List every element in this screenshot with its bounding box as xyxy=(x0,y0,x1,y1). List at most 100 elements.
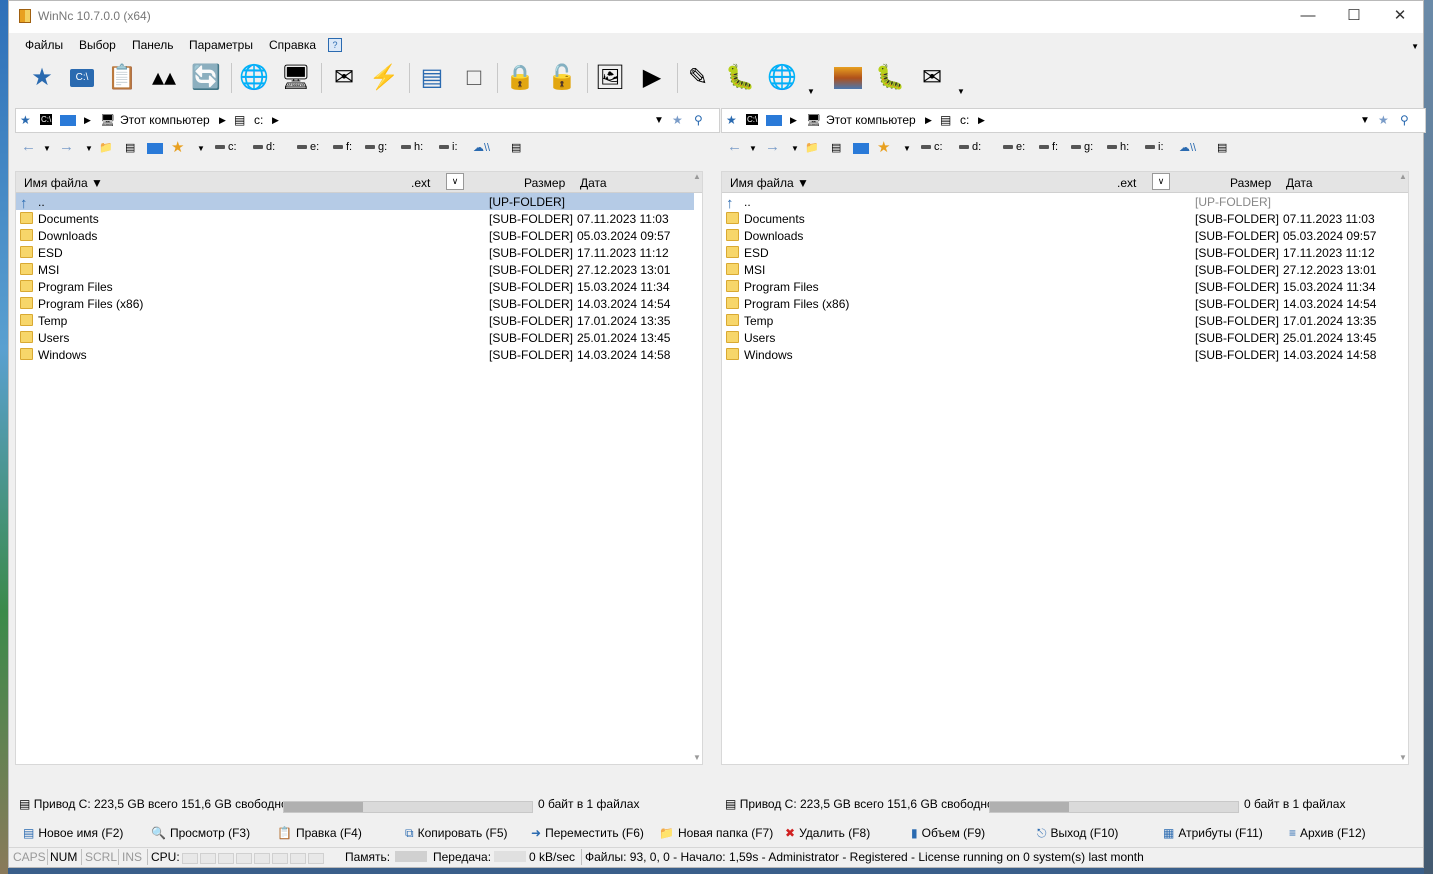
text-editor-icon[interactable]: ✎ xyxy=(681,61,715,95)
desktop-icon[interactable] xyxy=(853,143,869,154)
menu-panel[interactable]: Панель xyxy=(132,38,173,52)
column-size[interactable]: Размер xyxy=(1230,176,1271,190)
back-dropdown-icon[interactable]: ▼ xyxy=(43,144,51,153)
vertical-scrollbar[interactable]: ▲ ▼ xyxy=(692,172,702,764)
lock-icon[interactable]: 🔒 xyxy=(503,61,537,95)
fkey-button-2[interactable]: ▤ Новое имя (F2) xyxy=(23,826,123,840)
extra-panel-icon[interactable]: ▤ xyxy=(511,141,521,154)
forward-arrow-icon[interactable]: → xyxy=(59,138,74,155)
maximize-button[interactable]: ☐ xyxy=(1331,1,1377,31)
file-row[interactable]: Users [SUB-FOLDER] 25.01.2024 13:45 xyxy=(16,329,694,346)
drive-d[interactable]: d: xyxy=(253,141,275,153)
theme-palette-icon[interactable] xyxy=(831,61,865,95)
right-path-bar[interactable]: ★ C:\ ▶ 🖥 Этот компьютер ▶ ▤ c: ▶ ▼ ★ ⚲ xyxy=(721,108,1426,133)
favorites-dropdown-icon[interactable]: ▼ xyxy=(197,144,205,153)
network-drive[interactable]: ☁\\ xyxy=(473,141,490,154)
clipboard-icon[interactable]: 📋 xyxy=(105,61,139,95)
back-dropdown-icon[interactable]: ▼ xyxy=(749,144,757,153)
computer-network-icon[interactable]: 🖥 xyxy=(279,61,313,95)
menu-help[interactable]: Справка xyxy=(269,38,316,52)
image-viewer-icon[interactable]: 🖼 xyxy=(593,61,627,95)
forward-arrow-icon[interactable]: → xyxy=(765,138,780,155)
drive-e[interactable]: e: xyxy=(1003,141,1025,153)
up-folder-row[interactable]: ↑.. [UP-FOLDER] xyxy=(722,193,1400,212)
drive-g[interactable]: g: xyxy=(365,141,387,153)
cmd-path-icon[interactable]: C:\ xyxy=(40,114,53,125)
menu-select[interactable]: Выбор xyxy=(79,38,116,52)
drive-c[interactable]: c: xyxy=(215,141,237,153)
parent-folder-icon[interactable]: 📁 xyxy=(805,141,819,154)
path-drive[interactable]: c: xyxy=(960,113,969,127)
file-row[interactable]: Temp [SUB-FOLDER] 17.01.2024 13:35 xyxy=(16,312,694,329)
column-size[interactable]: Размер xyxy=(524,176,565,190)
file-row[interactable]: Downloads [SUB-FOLDER] 05.03.2024 09:57 xyxy=(16,227,694,244)
favorites-star-icon[interactable]: ★ xyxy=(20,113,31,127)
menu-files[interactable]: Файлы xyxy=(25,38,63,52)
file-row[interactable]: Program Files (x86) [SUB-FOLDER] 14.03.202… xyxy=(722,295,1400,312)
fkey-button-11[interactable]: ▦ Атрибуты (F11) xyxy=(1163,826,1263,840)
file-row[interactable]: ESD [SUB-FOLDER] 17.11.2023 11:12 xyxy=(722,244,1400,261)
fkey-button-8[interactable]: ✖ Удалить (F8) xyxy=(785,826,870,840)
drive-i[interactable]: i: xyxy=(1145,141,1164,153)
left-path-bar[interactable]: ★ C:\ ▶ 🖥 Этот компьютер ▶ ▤ c: ▶ ▼ ★ ⚲ xyxy=(15,108,720,133)
drive-i[interactable]: i: xyxy=(439,141,458,153)
extra-panel-icon[interactable]: ▤ xyxy=(1217,141,1227,154)
path-separator-icon[interactable]: ▶ xyxy=(925,115,932,126)
file-row[interactable]: Downloads [SUB-FOLDER] 05.03.2024 09:57 xyxy=(722,227,1400,244)
file-row[interactable]: Temp [SUB-FOLDER] 17.01.2024 13:35 xyxy=(722,312,1400,329)
binoculars-icon[interactable]: ▴▴ xyxy=(147,61,181,95)
drive-e[interactable]: e: xyxy=(297,141,319,153)
back-arrow-icon[interactable]: ← xyxy=(21,138,36,155)
help-context-icon[interactable]: ? xyxy=(328,38,342,52)
favorites-icon[interactable]: ★ xyxy=(171,138,184,156)
drive-f[interactable]: f: xyxy=(333,141,352,153)
unlock-icon[interactable]: 🔓 xyxy=(545,61,579,95)
path-history-dropdown-icon[interactable]: ▼ xyxy=(1360,115,1370,126)
add-favorite-star-icon[interactable]: ★ xyxy=(672,113,683,127)
menu-settings[interactable]: Параметры xyxy=(189,38,253,52)
fkey-button-4[interactable]: 📋 Правка (F4) xyxy=(277,826,362,840)
drive-c[interactable]: c: xyxy=(921,141,943,153)
bug-tracker-icon[interactable]: 🐛 xyxy=(873,61,907,95)
minimize-button[interactable]: — xyxy=(1285,1,1331,31)
fkey-button-5[interactable]: ⧉ Копировать (F5) xyxy=(405,826,508,841)
bug-report-icon[interactable]: 🐛 xyxy=(723,61,757,95)
path-separator-icon[interactable]: ▶ xyxy=(790,115,797,126)
column-ext[interactable]: .ext xyxy=(1117,176,1136,190)
favorites-star-icon[interactable]: ★ xyxy=(726,113,737,127)
path-drive[interactable]: c: xyxy=(254,113,263,127)
web-update-icon[interactable]: 🌐 xyxy=(765,61,799,95)
network-drive[interactable]: ☁\\ xyxy=(1179,141,1196,154)
left-file-list[interactable]: Имя файла ▼ .ext ∨ Размер Дата ↑.. [UP-FO… xyxy=(15,171,703,765)
email-icon[interactable]: ✉ xyxy=(915,61,949,95)
fkey-button-7[interactable]: 📁 Новая папка (F7) xyxy=(659,826,773,840)
desktop-icon[interactable] xyxy=(147,143,163,154)
path-separator-icon[interactable]: ▶ xyxy=(272,115,279,126)
favorites-icon[interactable]: ★ xyxy=(877,138,890,156)
file-row[interactable]: Windows [SUB-FOLDER] 14.03.2024 14:58 xyxy=(722,346,1400,363)
file-row[interactable]: Documents [SUB-FOLDER] 07.11.2023 11:03 xyxy=(722,210,1400,227)
ftp-server-icon[interactable]: ⚡ xyxy=(367,61,401,95)
media-player-icon[interactable]: ▶ xyxy=(635,61,669,95)
file-list-icon[interactable]: ▤ xyxy=(125,141,135,154)
path-computer[interactable]: Этот компьютер xyxy=(826,113,916,127)
split-horizontal-icon[interactable]: ▤ xyxy=(415,61,449,95)
file-row[interactable]: MSI [SUB-FOLDER] 27.12.2023 13:01 xyxy=(16,261,694,278)
right-file-list[interactable]: Имя файла ▼ .ext ∨ Размер Дата ↑.. [UP-FO… xyxy=(721,171,1409,765)
file-row[interactable]: Documents [SUB-FOLDER] 07.11.2023 11:03 xyxy=(16,210,694,227)
favorites-dropdown-icon[interactable]: ▼ xyxy=(903,144,911,153)
file-row[interactable]: Program Files [SUB-FOLDER] 15.03.2024 11:3… xyxy=(722,278,1400,295)
drive-h[interactable]: h: xyxy=(1107,141,1129,153)
file-row[interactable]: Program Files (x86) [SUB-FOLDER] 14.03.202… xyxy=(16,295,694,312)
back-arrow-icon[interactable]: ← xyxy=(727,138,742,155)
forward-dropdown-icon[interactable]: ▼ xyxy=(791,144,799,153)
fkey-button-3[interactable]: 🔍 Просмотр (F3) xyxy=(151,826,250,840)
cmd-path-icon[interactable]: C:\ xyxy=(746,114,759,125)
close-button[interactable]: ✕ xyxy=(1377,1,1423,31)
search-icon[interactable]: ⚲ xyxy=(694,113,703,127)
file-row[interactable]: Program Files [SUB-FOLDER] 15.03.2024 11:3… xyxy=(16,278,694,295)
vertical-scrollbar[interactable]: ▲ ▼ xyxy=(1398,172,1408,764)
file-row[interactable]: ESD [SUB-FOLDER] 17.11.2023 11:12 xyxy=(16,244,694,261)
sync-folder-icon[interactable]: 🔄 xyxy=(189,61,223,95)
parent-folder-icon[interactable]: 📁 xyxy=(99,141,113,154)
